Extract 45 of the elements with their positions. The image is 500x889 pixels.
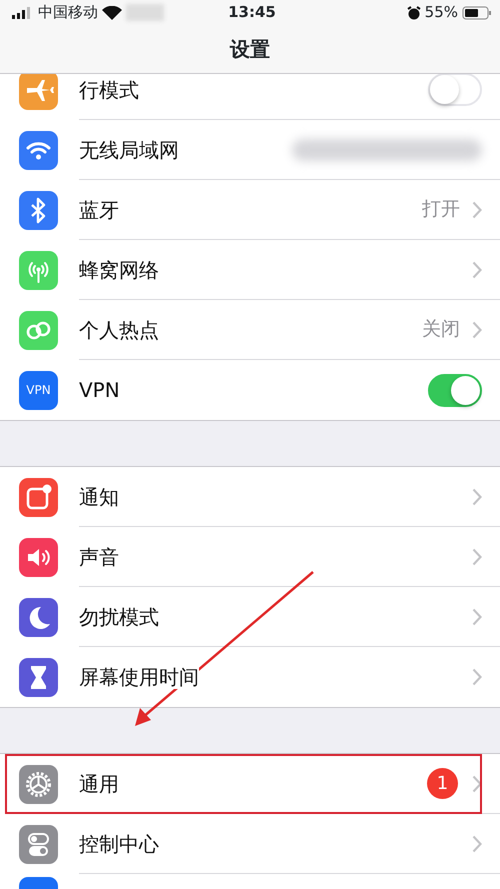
row-label: 控制中心 xyxy=(79,832,159,856)
settings-row[interactable]: 控制中心 xyxy=(0,814,500,874)
chevron-icon xyxy=(472,320,482,338)
notification-badge: 1 xyxy=(427,768,458,799)
settings-row[interactable]: 行模式 xyxy=(0,74,500,120)
settings-row[interactable]: VPN VPN xyxy=(0,360,500,420)
settings-row[interactable]: 蓝牙 打开 xyxy=(0,180,500,240)
chevron-icon xyxy=(472,548,482,566)
settings-row[interactable]: 蜂窝网络 xyxy=(0,240,500,300)
chevron-icon xyxy=(472,260,482,278)
settings-row[interactable]: 无线局域网 xyxy=(0,120,500,180)
row-label: 通用 xyxy=(79,772,119,796)
battery-icon xyxy=(462,6,492,20)
settings-row[interactable]: 个人热点 关闭 xyxy=(0,300,500,360)
chevron-icon xyxy=(472,668,482,686)
row-label: 蓝牙 xyxy=(79,198,119,222)
chevron-icon xyxy=(472,200,482,218)
settings-row[interactable]: 屏幕使用时间 xyxy=(0,647,500,707)
status-time: 13:45 xyxy=(227,2,277,24)
row-label: 行模式 xyxy=(79,78,139,102)
settings-row[interactable]: 勿扰模式 xyxy=(0,587,500,647)
battery-percent: 55% xyxy=(424,2,458,24)
row-label: 蜂窝网络 xyxy=(79,258,159,282)
row-label: 个人热点 xyxy=(79,318,159,342)
row-label: 屏幕使用时间 xyxy=(79,665,199,689)
toggle-switch[interactable] xyxy=(428,374,482,406)
alarm-icon xyxy=(406,6,421,20)
chevron-icon xyxy=(472,774,482,792)
row-label: 无线局域网 xyxy=(79,138,179,162)
carrier-name: 中国移动 xyxy=(38,2,98,24)
row-label: 勿扰模式 xyxy=(79,604,159,628)
settings-row[interactable]: 通用 1 xyxy=(0,754,500,814)
row-value: 打开 xyxy=(422,197,460,222)
settings-row[interactable]: 声音 xyxy=(0,527,500,587)
blurred-region xyxy=(126,4,164,21)
settings-row[interactable]: 通知 xyxy=(0,467,500,527)
page-title: 设置 xyxy=(230,36,270,63)
row-value: 关闭 xyxy=(422,317,460,342)
chevron-icon xyxy=(472,834,482,852)
vpn-icon: VPN xyxy=(19,370,58,410)
row-label: 声音 xyxy=(79,544,119,568)
wifi-icon xyxy=(102,6,122,20)
chevron-icon xyxy=(472,488,482,506)
row-label: 通知 xyxy=(79,484,119,508)
chevron-icon xyxy=(472,608,482,626)
